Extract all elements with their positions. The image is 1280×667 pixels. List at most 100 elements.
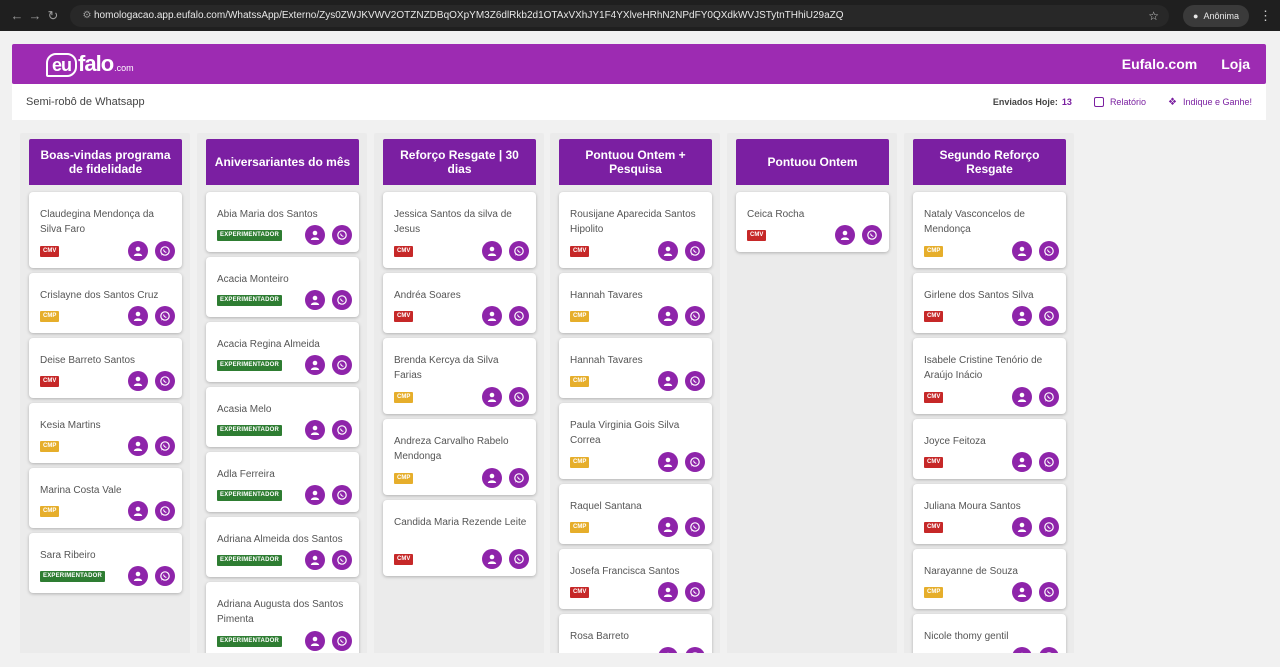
contact-card[interactable]: Raquel Santana CMP <box>559 484 712 544</box>
whatsapp-button[interactable] <box>685 452 705 472</box>
report-link[interactable]: Relatório <box>1093 97 1146 107</box>
contact-card[interactable]: Crislayne dos Santos Cruz CMP <box>29 273 182 333</box>
profile-button[interactable] <box>305 290 325 310</box>
whatsapp-button[interactable] <box>509 549 529 569</box>
profile-button[interactable] <box>1012 517 1032 537</box>
contact-card[interactable]: Ceica Rocha CMV <box>736 192 889 252</box>
whatsapp-button[interactable] <box>155 241 175 261</box>
profile-button[interactable] <box>482 306 502 326</box>
contact-card[interactable]: Acacia Monteiro EXPERIMENTADOR <box>206 257 359 317</box>
whatsapp-button[interactable] <box>155 371 175 391</box>
whatsapp-button[interactable] <box>1039 647 1059 653</box>
contact-card[interactable]: Girlene dos Santos Silva CMV <box>913 273 1066 333</box>
whatsapp-button[interactable] <box>685 582 705 602</box>
whatsapp-button[interactable] <box>332 485 352 505</box>
whatsapp-button[interactable] <box>1039 241 1059 261</box>
whatsapp-button[interactable] <box>685 306 705 326</box>
contact-card[interactable]: Hannah Tavares CMP <box>559 273 712 333</box>
whatsapp-button[interactable] <box>1039 452 1059 472</box>
whatsapp-button[interactable] <box>332 420 352 440</box>
profile-button[interactable] <box>482 468 502 488</box>
whatsapp-button[interactable] <box>509 468 529 488</box>
reload-icon[interactable]: ↻ <box>44 8 62 24</box>
profile-button[interactable] <box>658 582 678 602</box>
contact-card[interactable]: Nataly Vasconcelos de Mendonça CMP <box>913 192 1066 268</box>
profile-button[interactable] <box>305 550 325 570</box>
profile-button[interactable] <box>658 241 678 261</box>
whatsapp-button[interactable] <box>1039 306 1059 326</box>
address-bar[interactable]: ⚙ homologacao.app.eufalo.com/WhatssApp/E… <box>70 4 1170 27</box>
whatsapp-button[interactable] <box>332 550 352 570</box>
whatsapp-button[interactable] <box>685 241 705 261</box>
site-info-icon[interactable]: ⚙ <box>80 10 94 21</box>
profile-button[interactable] <box>658 371 678 391</box>
profile-button[interactable] <box>1012 647 1032 653</box>
whatsapp-button[interactable] <box>685 647 705 653</box>
whatsapp-button[interactable] <box>332 355 352 375</box>
contact-card[interactable]: Hannah Tavares CMP <box>559 338 712 398</box>
contact-card[interactable]: Candida Maria Rezende Leite CMV <box>383 500 536 576</box>
profile-button[interactable] <box>482 241 502 261</box>
bookmark-star-icon[interactable]: ☆ <box>1148 9 1159 23</box>
contact-card[interactable]: Paula Virginia Gois Silva Correa CMP <box>559 403 712 479</box>
contact-card[interactable]: Marina Costa Vale CMP <box>29 468 182 528</box>
contact-card[interactable]: Andreza Carvalho Rabelo Mendonga CMP <box>383 419 536 495</box>
whatsapp-button[interactable] <box>332 290 352 310</box>
profile-button[interactable] <box>658 452 678 472</box>
contact-card[interactable]: Josefa Francisca Santos CMV <box>559 549 712 609</box>
whatsapp-button[interactable] <box>1039 582 1059 602</box>
profile-button[interactable] <box>835 225 855 245</box>
contact-card[interactable]: Abia Maria dos Santos EXPERIMENTADOR <box>206 192 359 252</box>
profile-button[interactable] <box>658 647 678 653</box>
whatsapp-button[interactable] <box>155 566 175 586</box>
contact-card[interactable]: Jessica Santos da silva de Jesus CMV <box>383 192 536 268</box>
profile-button[interactable] <box>1012 241 1032 261</box>
forward-icon[interactable]: → <box>26 8 44 23</box>
contact-card[interactable]: Rousijane Aparecida Santos Hipolito CMV <box>559 192 712 268</box>
contact-card[interactable]: Narayanne de Souza CMP <box>913 549 1066 609</box>
contact-card[interactable]: Adriana Almeida dos Santos EXPERIMENTADOR <box>206 517 359 577</box>
contact-card[interactable]: Sara Ribeiro EXPERIMENTADOR <box>29 533 182 593</box>
whatsapp-button[interactable] <box>509 306 529 326</box>
profile-button[interactable] <box>128 241 148 261</box>
profile-button[interactable] <box>305 225 325 245</box>
back-icon[interactable]: ← <box>8 8 26 23</box>
profile-button[interactable] <box>1012 452 1032 472</box>
contact-card[interactable]: Isabele Cristine Tenório de Araújo Ináci… <box>913 338 1066 414</box>
whatsapp-button[interactable] <box>685 517 705 537</box>
profile-button[interactable] <box>305 420 325 440</box>
profile-button[interactable] <box>305 631 325 651</box>
contact-card[interactable]: Acasia Melo EXPERIMENTADOR <box>206 387 359 447</box>
profile-button[interactable] <box>305 355 325 375</box>
contact-card[interactable]: Adla Ferreira EXPERIMENTADOR <box>206 452 359 512</box>
whatsapp-button[interactable] <box>332 225 352 245</box>
contact-card[interactable]: Andréa Soares CMV <box>383 273 536 333</box>
profile-button[interactable] <box>128 501 148 521</box>
profile-button[interactable] <box>482 387 502 407</box>
whatsapp-button[interactable] <box>155 501 175 521</box>
contact-card[interactable]: Rosa Barreto <box>559 614 712 653</box>
whatsapp-button[interactable] <box>1039 387 1059 407</box>
profile-button[interactable] <box>1012 306 1032 326</box>
profile-button[interactable] <box>128 566 148 586</box>
whatsapp-button[interactable] <box>685 371 705 391</box>
profile-button[interactable] <box>305 485 325 505</box>
whatsapp-button[interactable] <box>332 631 352 651</box>
profile-button[interactable] <box>482 549 502 569</box>
whatsapp-button[interactable] <box>155 436 175 456</box>
incognito-badge[interactable]: ● Anônima <box>1183 4 1249 27</box>
profile-button[interactable] <box>128 371 148 391</box>
browser-menu-icon[interactable]: ⋮ <box>1259 8 1272 24</box>
profile-button[interactable] <box>128 436 148 456</box>
whatsapp-button[interactable] <box>862 225 882 245</box>
whatsapp-button[interactable] <box>1039 517 1059 537</box>
link-eufalo[interactable]: Eufalo.com <box>1122 56 1197 72</box>
contact-card[interactable]: Kesia Martins CMP <box>29 403 182 463</box>
whatsapp-button[interactable] <box>509 241 529 261</box>
contact-card[interactable]: Joyce Feitoza CMV <box>913 419 1066 479</box>
contact-card[interactable]: Acacia Regina Almeida EXPERIMENTADOR <box>206 322 359 382</box>
contact-card[interactable]: Juliana Moura Santos CMV <box>913 484 1066 544</box>
profile-button[interactable] <box>1012 582 1032 602</box>
link-loja[interactable]: Loja <box>1221 56 1250 72</box>
eufalo-logo[interactable]: eu falo .com <box>46 51 134 77</box>
